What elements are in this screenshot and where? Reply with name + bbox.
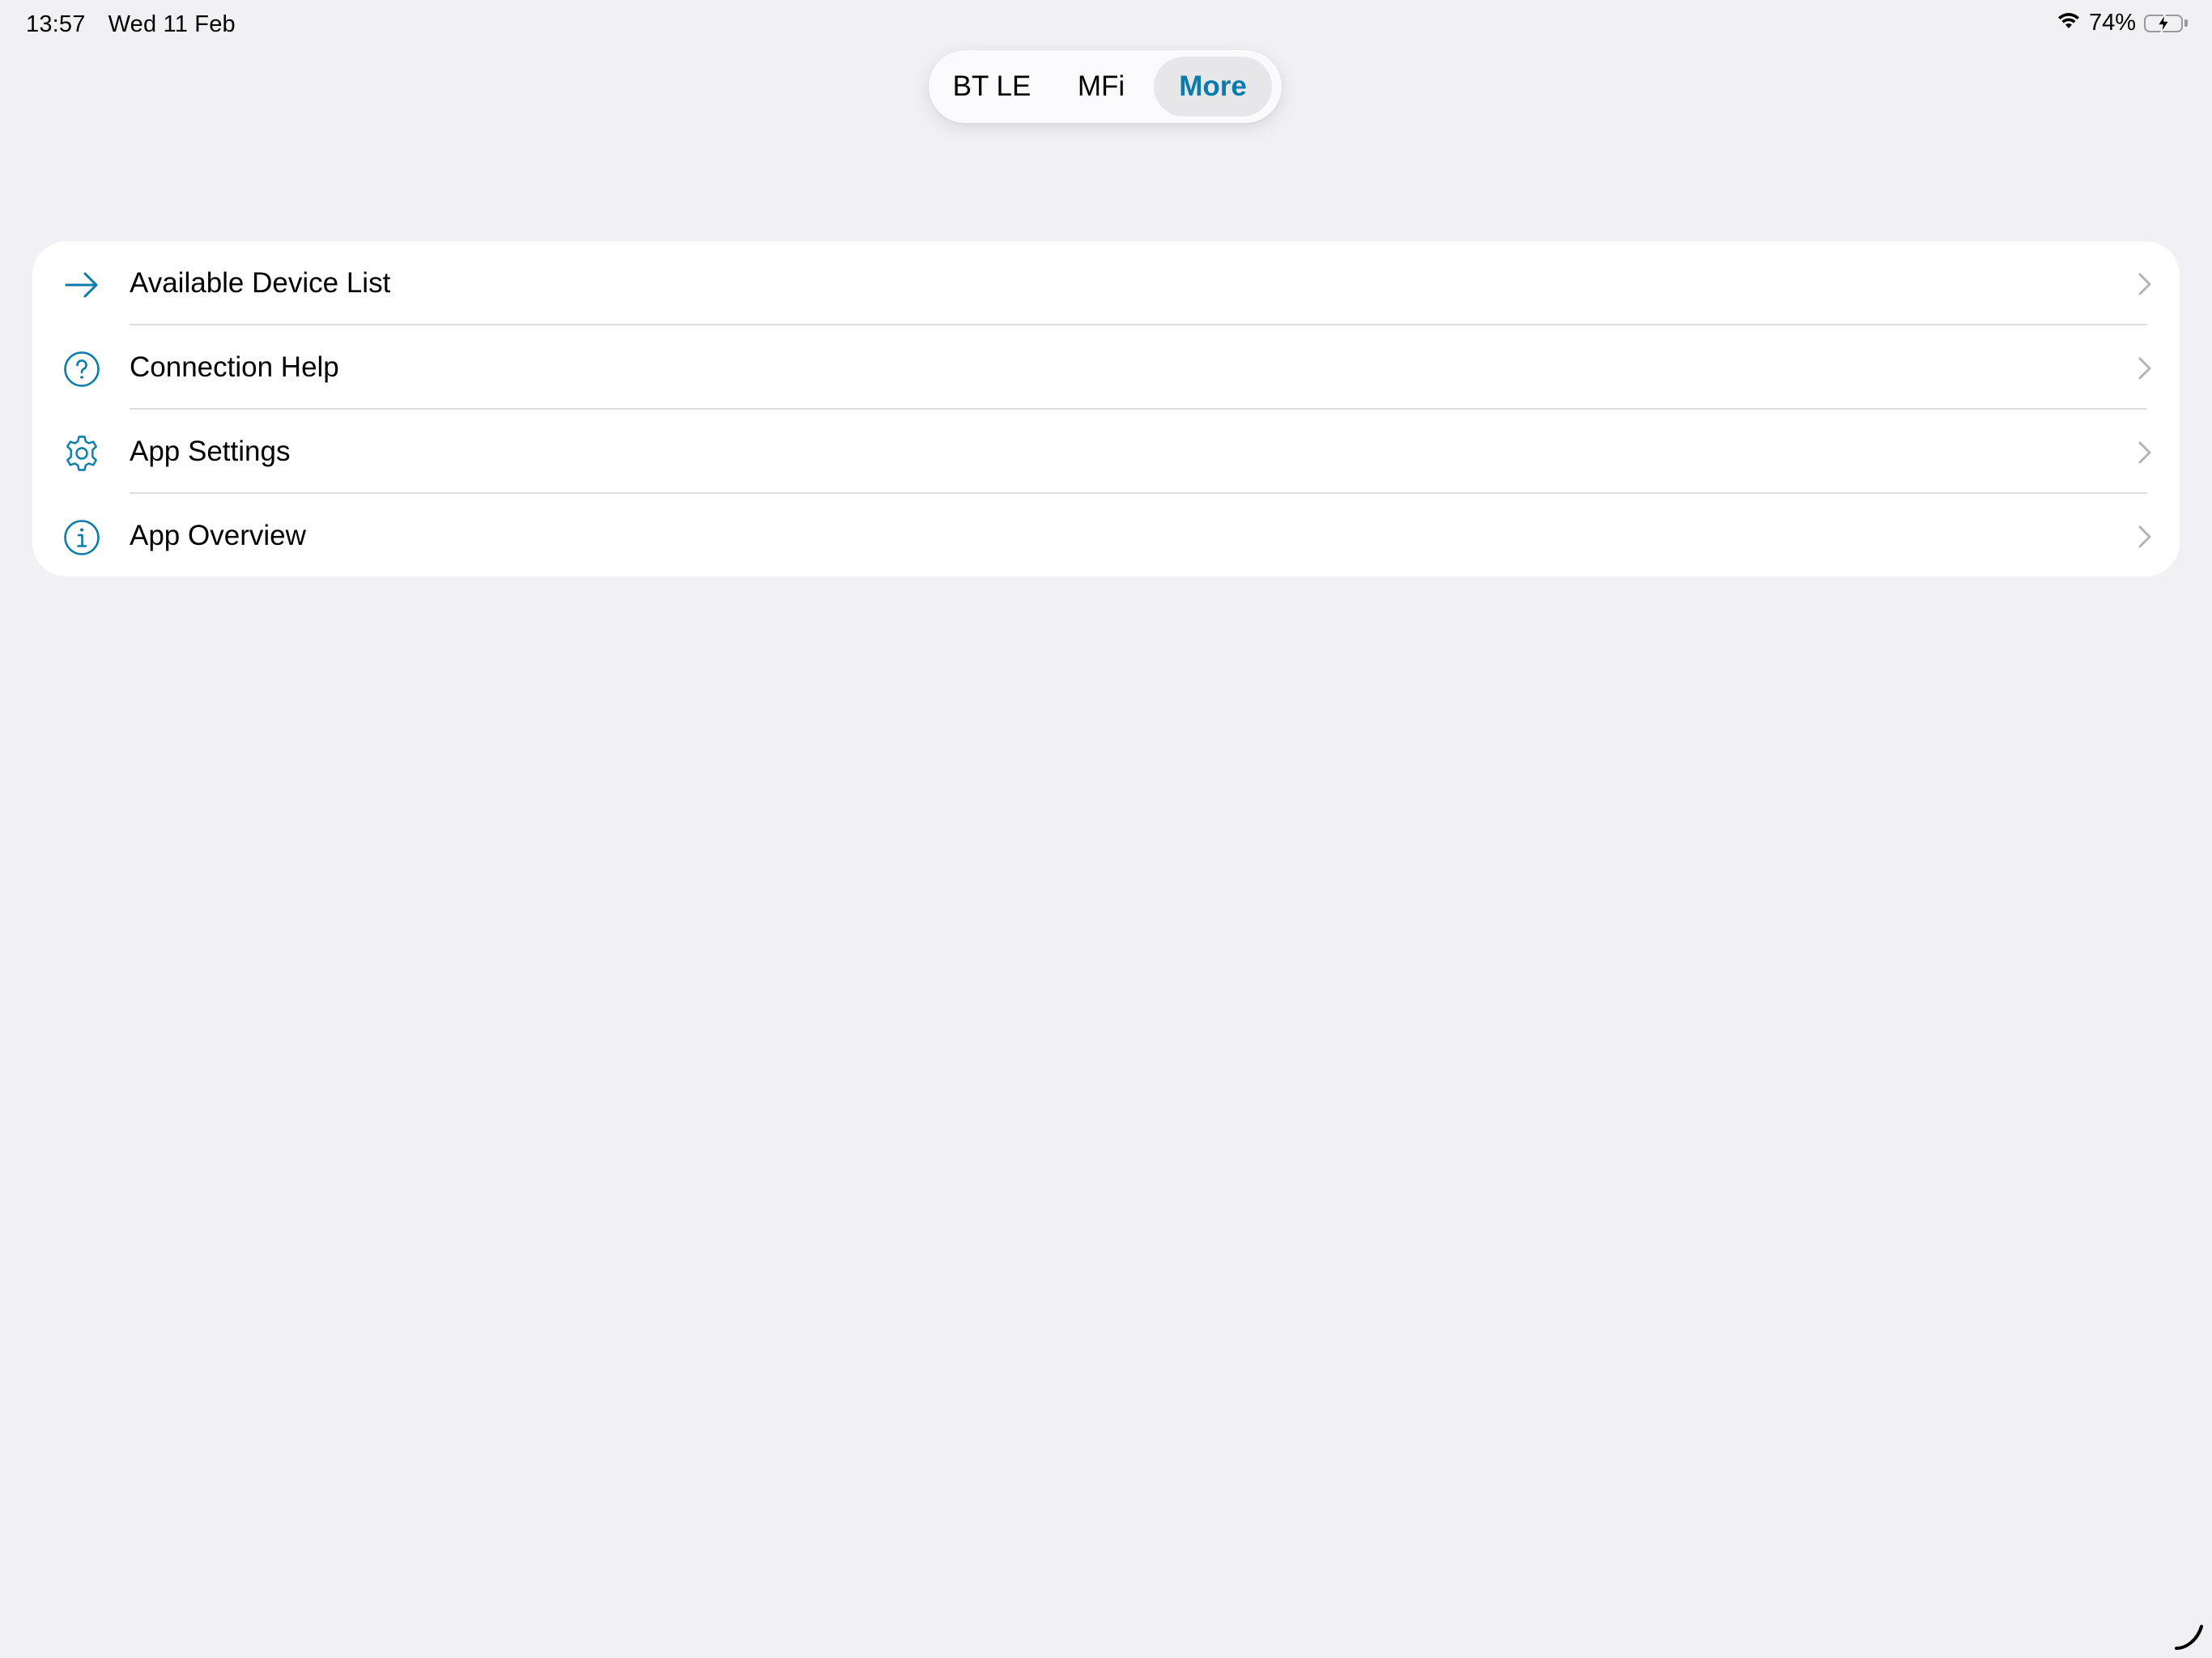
segment-mfi[interactable]: MFi <box>1049 57 1154 117</box>
segmented-control: BT LE MFi More <box>929 50 1282 123</box>
arrow-right-icon <box>63 266 100 304</box>
menu-item-label: Connection Help <box>130 351 339 383</box>
question-circle-icon <box>63 351 100 388</box>
menu-item-label: App Settings <box>130 436 291 467</box>
menu-item-app-settings[interactable]: App Settings <box>32 410 2180 494</box>
status-left: 13:57 Wed 11 Feb <box>26 11 236 38</box>
info-circle-icon <box>63 519 100 556</box>
battery-percent: 74% <box>2088 10 2136 36</box>
menu-item-app-overview[interactable]: App Overview <box>32 494 2180 576</box>
status-bar: 13:57 Wed 11 Feb 74% <box>0 0 2212 52</box>
wifi-icon <box>2057 10 2081 36</box>
segment-bt-le[interactable]: BT LE <box>935 57 1049 117</box>
status-right: 74% <box>2057 10 2188 36</box>
menu-item-available-device-list[interactable]: Available Device List <box>32 241 2180 325</box>
chevron-right-icon <box>2138 356 2152 380</box>
gear-icon <box>63 435 100 472</box>
chevron-right-icon <box>2138 440 2152 465</box>
segment-more[interactable]: More <box>1154 57 1272 117</box>
more-menu-list: Available Device List Connection Help Ap… <box>32 241 2180 576</box>
menu-item-label: Available Device List <box>130 267 391 299</box>
status-date: Wed 11 Feb <box>108 11 236 37</box>
menu-item-label: App Overview <box>130 520 306 551</box>
battery-charging-icon <box>2144 12 2188 34</box>
chevron-right-icon <box>2138 525 2152 549</box>
status-time: 13:57 <box>26 11 86 37</box>
corner-handle-icon[interactable] <box>2175 1624 2204 1652</box>
chevron-right-icon <box>2138 272 2152 296</box>
menu-item-connection-help[interactable]: Connection Help <box>32 325 2180 410</box>
